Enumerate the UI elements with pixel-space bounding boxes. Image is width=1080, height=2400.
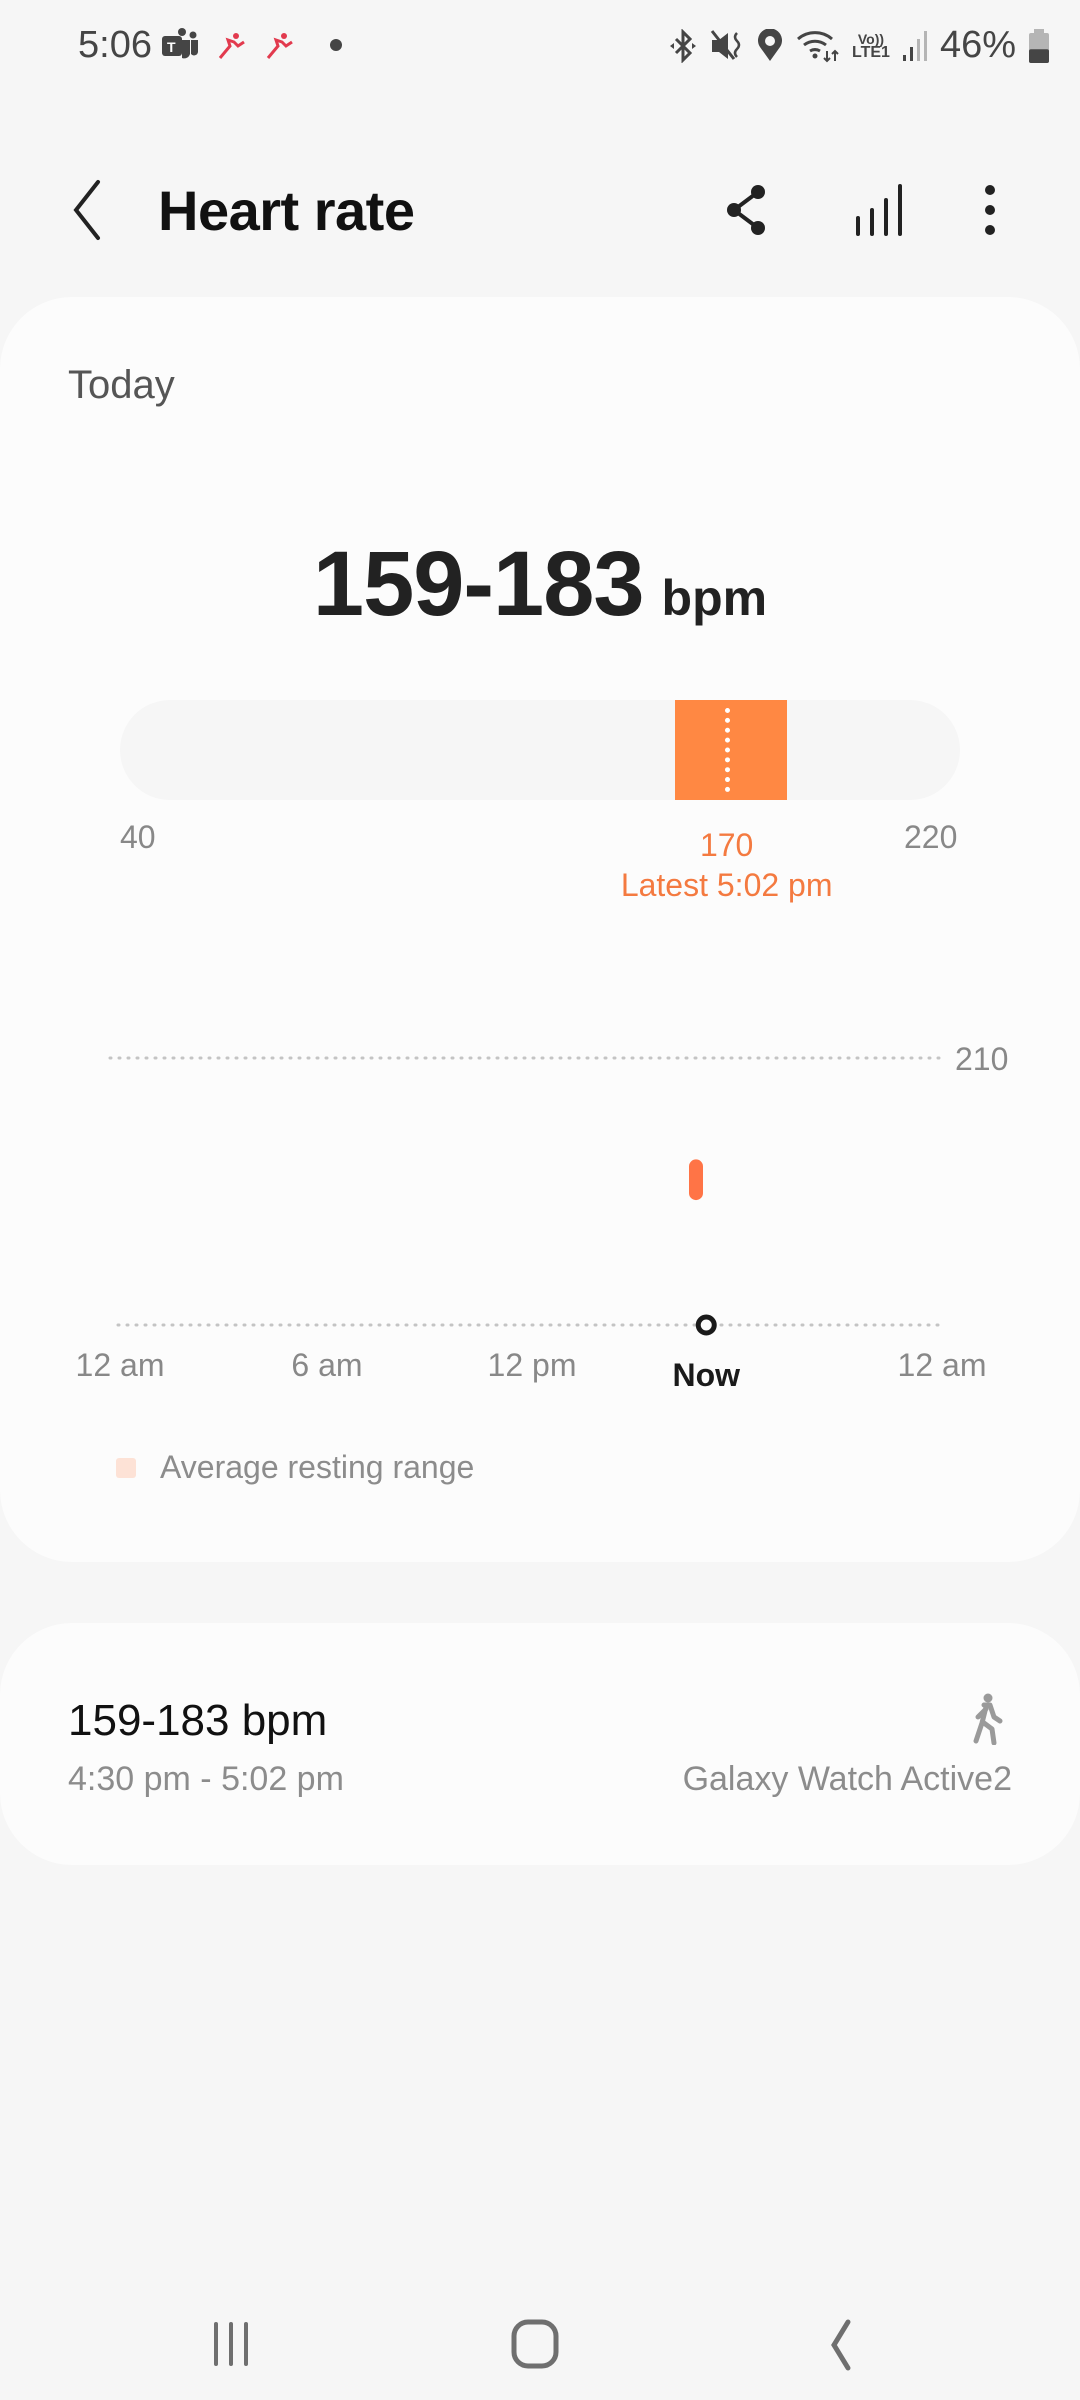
- daily-heart-rate-chart[interactable]: 210 12 am 6 am 12 pm 12 am Now: [0, 297, 1080, 1562]
- status-time: 5:06: [78, 24, 152, 66]
- chart-legend: Average resting range: [116, 1449, 474, 1486]
- record-value: 159-183 bpm: [68, 1696, 328, 1745]
- heart-rate-summary-card[interactable]: Today 159-183 bpm 40 220 170 Latest 5:02 …: [0, 297, 1080, 1562]
- x-tick-label: 12 am: [898, 1347, 987, 1383]
- x-tick-label: 12 am: [76, 1347, 165, 1383]
- back-button[interactable]: [62, 178, 112, 242]
- system-navigation-bar: [0, 2280, 1080, 2400]
- back-icon[interactable]: [796, 2310, 886, 2380]
- battery-percent: 46%: [939, 24, 1016, 66]
- volte-lte1-icon: Vo)) LTE1: [852, 32, 890, 61]
- record-time-range: 4:30 pm - 5:02 pm: [68, 1760, 344, 1798]
- battery-icon: [1029, 28, 1049, 63]
- running-icon: [218, 33, 245, 59]
- x-tick-label: 12 pm: [488, 1347, 577, 1383]
- y-tick-label: 210: [955, 1041, 1008, 1077]
- legend-label: Average resting range: [160, 1449, 475, 1485]
- vibrate-mute-icon: [710, 29, 741, 60]
- legend-swatch: [116, 1457, 136, 1478]
- status-bar: 5:06 T Vo)) LTE1 46%: [0, 0, 1080, 90]
- lte-label: LTE1: [852, 43, 890, 61]
- more-options-icon[interactable]: [958, 178, 1022, 242]
- now-marker: [695, 1314, 717, 1336]
- svg-text:T: T: [167, 39, 176, 55]
- app-header: Heart rate: [0, 150, 1080, 270]
- teams-icon: T: [162, 28, 198, 59]
- walking-icon: [973, 1693, 1003, 1745]
- location-icon: [758, 28, 782, 61]
- running-icon: [266, 33, 293, 59]
- page-title: Heart rate: [158, 179, 415, 242]
- recent-apps-icon[interactable]: [186, 2310, 276, 2380]
- heart-rate-record[interactable]: 159-183 bpm 4:30 pm - 5:02 pm Galaxy Wat…: [0, 1623, 1080, 1865]
- record-device: Galaxy Watch Active2: [682, 1760, 1012, 1798]
- wifi-icon: [797, 30, 839, 62]
- notification-dot-icon: [330, 39, 342, 51]
- now-label: Now: [672, 1357, 740, 1393]
- bluetooth-icon: [670, 28, 696, 63]
- signal-icon: [902, 30, 927, 61]
- trends-icon[interactable]: [846, 178, 910, 242]
- share-icon[interactable]: [714, 178, 778, 242]
- x-tick-label: 6 am: [291, 1347, 362, 1383]
- home-icon[interactable]: [490, 2310, 580, 2380]
